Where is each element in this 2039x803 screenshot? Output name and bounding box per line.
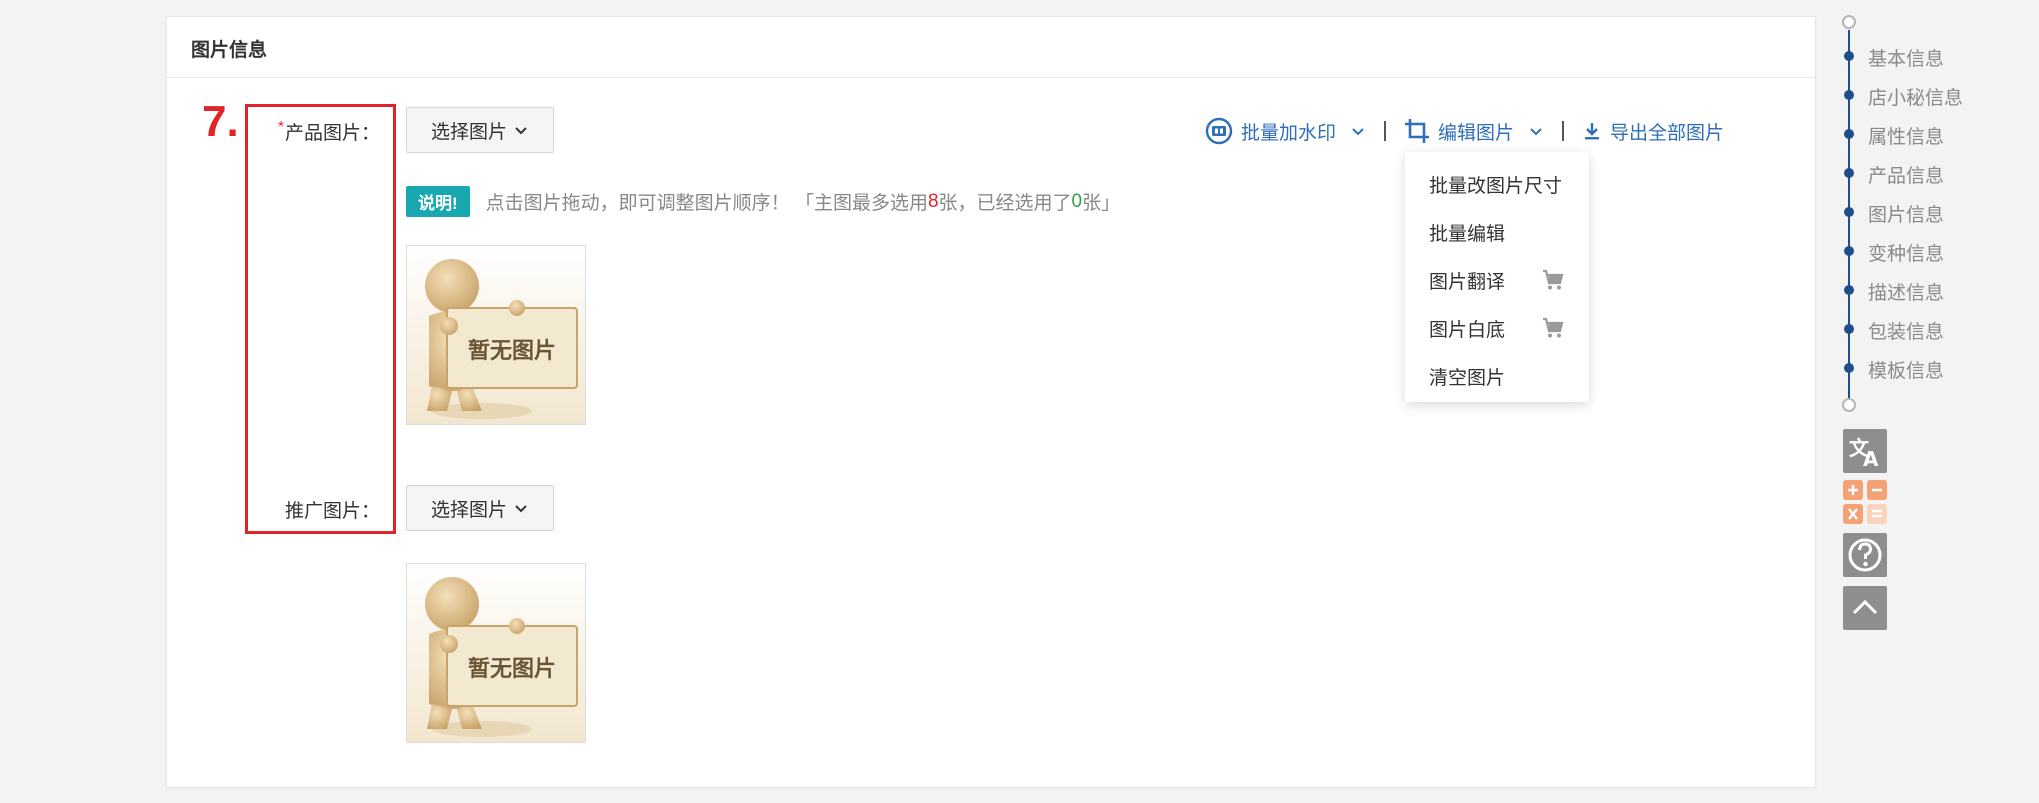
no-image-illustration: 暂无图片 — [407, 246, 585, 424]
back-to-top-icon[interactable] — [1843, 586, 1887, 630]
side-nav-item-dianxiaomi[interactable]: 店小秘信息 — [1868, 83, 1963, 110]
image-toolbar: 批量加水印 编辑图片 导出全部图片 — [1205, 114, 1724, 148]
chevron-down-icon — [515, 127, 527, 135]
export-all-images-label: 导出全部图片 — [1610, 122, 1725, 144]
side-nav-item-variants[interactable]: 变种信息 — [1868, 239, 1944, 266]
promo-select-image-label: 选择图片 — [430, 499, 507, 521]
promo-image-label: 推广图片： — [284, 501, 380, 522]
product-image-label-text: 产品图片： — [284, 123, 380, 144]
note-badge: 说明! — [406, 186, 470, 217]
menu-item-clear-images[interactable]: 清空图片 — [1405, 352, 1589, 400]
toolbar-separator — [1384, 121, 1387, 141]
note-text-c: 张」 — [1082, 193, 1121, 214]
svg-text:A: A — [1863, 447, 1879, 471]
side-nav-end-circle — [1842, 398, 1856, 412]
calculator-icon[interactable] — [1843, 480, 1887, 524]
panel-header: 图片信息 — [167, 17, 1815, 78]
chevron-down-icon — [515, 505, 527, 513]
translate-icon[interactable]: 文 A — [1843, 429, 1887, 473]
side-nav-item-attributes[interactable]: 属性信息 — [1868, 122, 1944, 149]
promo-select-image-button[interactable]: 选择图片 — [406, 485, 554, 531]
product-image-label: *产品图片： — [270, 118, 380, 145]
menu-item-label: 图片翻译 — [1429, 271, 1506, 293]
side-nav-item-basic[interactable]: 基本信息 — [1868, 44, 1944, 71]
side-nav-dot — [1844, 90, 1854, 100]
side-nav-start-circle — [1842, 15, 1856, 29]
chevron-down-icon — [1352, 128, 1364, 136]
batch-watermark-dropdown[interactable]: 批量加水印 — [1205, 117, 1366, 145]
chevron-down-icon — [1530, 128, 1542, 136]
side-nav-dot — [1844, 363, 1854, 373]
menu-item-white-background[interactable]: 图片白底 — [1405, 304, 1589, 352]
menu-item-batch-edit[interactable]: 批量编辑 — [1405, 208, 1589, 256]
no-image-illustration: 暂无图片 — [407, 564, 585, 742]
note-used-count: 0 — [1071, 190, 1083, 212]
menu-item-image-translate[interactable]: 图片翻译 — [1405, 256, 1589, 304]
side-nav-item-packaging[interactable]: 包装信息 — [1868, 317, 1944, 344]
side-nav-dot — [1844, 324, 1854, 334]
placeholder-text: 暂无图片 — [468, 656, 556, 682]
product-image-placeholder: 暂无图片 — [406, 245, 586, 425]
menu-item-label: 图片白底 — [1429, 319, 1506, 341]
side-nav-dot — [1844, 51, 1854, 61]
side-nav-item-product[interactable]: 产品信息 — [1868, 161, 1944, 188]
toolbar-separator — [1562, 121, 1565, 141]
side-nav-dot — [1844, 285, 1854, 295]
side-nav-item-template[interactable]: 模板信息 — [1868, 356, 1944, 383]
batch-watermark-label: 批量加水印 — [1241, 122, 1337, 144]
menu-item-label: 批量改图片尺寸 — [1429, 175, 1563, 197]
side-nav-item-images[interactable]: 图片信息 — [1868, 200, 1944, 227]
image-order-note: 说明! 点击图片拖动，即可调整图片顺序！ 「主图最多选用 8 张，已经选用了 0 张」 — [406, 186, 1120, 217]
menu-item-batch-resize[interactable]: 批量改图片尺寸 — [1405, 160, 1589, 208]
shopping-cart-icon — [1543, 269, 1564, 290]
note-text-a: 点击图片拖动，即可调整图片顺序！ 「主图最多选用 — [485, 193, 928, 214]
crop-icon — [1405, 119, 1430, 143]
placeholder-text: 暂无图片 — [468, 338, 556, 364]
panel-title: 图片信息 — [191, 40, 268, 61]
annotation-number: 7. — [202, 97, 239, 146]
export-all-images-button[interactable]: 导出全部图片 — [1582, 118, 1724, 145]
annotation-box — [245, 104, 396, 534]
promo-image-placeholder: 暂无图片 — [406, 563, 586, 743]
note-text-b: 张，已经选用了 — [938, 193, 1072, 214]
watermark-icon — [1205, 117, 1233, 145]
side-nav-dot — [1844, 129, 1854, 139]
menu-item-label: 批量编辑 — [1429, 223, 1506, 245]
side-nav-item-description[interactable]: 描述信息 — [1868, 278, 1944, 305]
product-select-image-button[interactable]: 选择图片 — [406, 107, 554, 153]
side-nav-dot — [1844, 246, 1854, 256]
shopping-cart-icon — [1543, 317, 1564, 338]
note-max-count: 8 — [927, 190, 939, 212]
side-nav-dot — [1844, 168, 1854, 178]
required-mark: * — [278, 118, 284, 135]
edit-images-dropdown[interactable]: 编辑图片 — [1404, 118, 1544, 145]
menu-item-label: 清空图片 — [1429, 367, 1506, 389]
help-icon[interactable] — [1843, 533, 1887, 577]
edit-images-label: 编辑图片 — [1438, 122, 1515, 144]
download-icon — [1585, 123, 1600, 140]
side-nav-dot — [1844, 207, 1854, 217]
edit-images-menu: 批量改图片尺寸 批量编辑 图片翻译 图片白底 清空图片 — [1405, 152, 1589, 402]
product-select-image-label: 选择图片 — [430, 121, 507, 143]
